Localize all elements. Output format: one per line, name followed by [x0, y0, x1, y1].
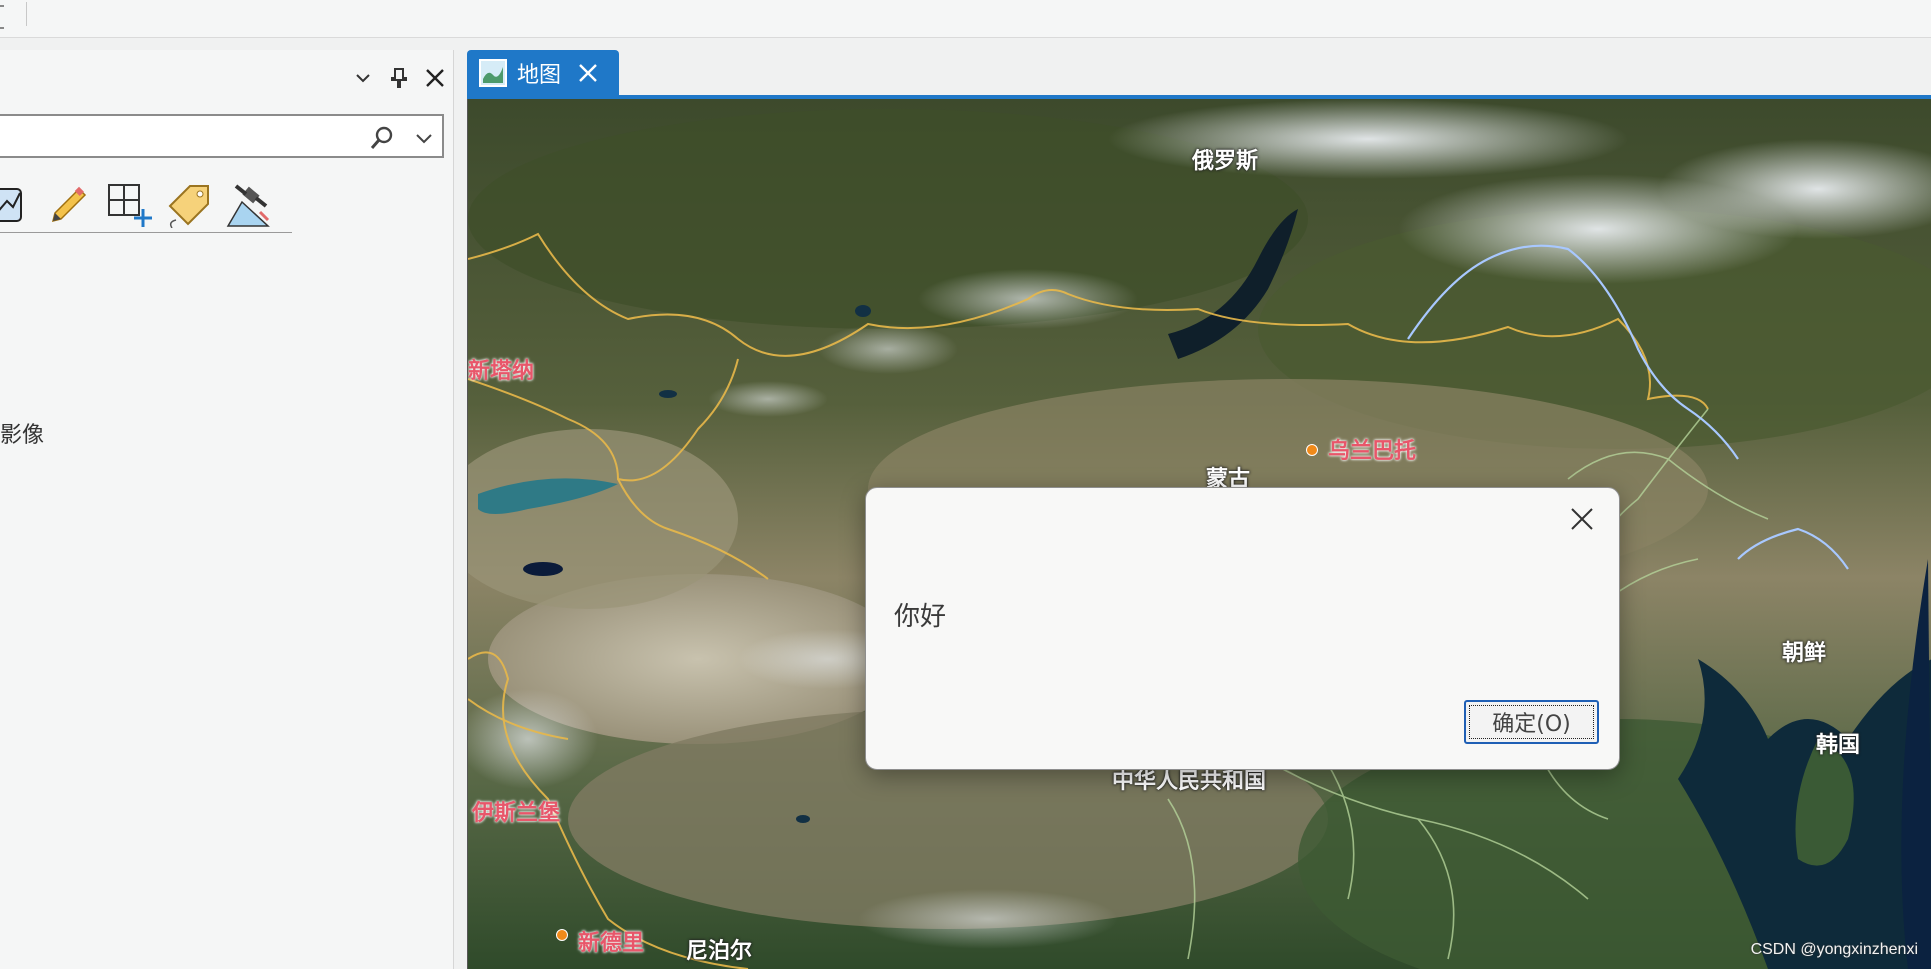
map-label-astana: 新塔纳	[468, 359, 535, 384]
dialog-close-button[interactable]	[1565, 502, 1599, 536]
search-box	[0, 114, 444, 158]
tab-label: 地图	[517, 62, 562, 88]
map-label-nepal: 尼泊尔	[686, 939, 753, 964]
close-icon	[1571, 508, 1593, 530]
search-input[interactable]	[4, 122, 348, 152]
pencil-icon	[51, 186, 87, 223]
label-tool-button[interactable]	[164, 180, 214, 230]
imagery-tool-button[interactable]	[224, 180, 274, 230]
watermark: CSDN @yongxinzhenxi	[1750, 941, 1918, 958]
pane-close-button[interactable]	[421, 64, 449, 92]
focus-ring	[1469, 705, 1594, 739]
tag-icon	[168, 185, 209, 228]
search-options-button[interactable]	[412, 126, 436, 150]
pane-controls	[349, 64, 449, 92]
satellite-icon	[226, 184, 270, 227]
city-marker-new-delhi	[556, 929, 568, 941]
grid-add-icon	[108, 184, 152, 227]
close-icon	[426, 69, 444, 87]
imagery-label: 影像	[0, 423, 45, 448]
map-label-ulaanbaatar: 乌兰巴托	[1328, 439, 1417, 464]
chart-tool-button[interactable]	[0, 180, 32, 230]
city-marker-ulaanbaatar	[1306, 444, 1318, 456]
chevron-down-icon	[416, 134, 432, 144]
pin-button[interactable]	[385, 64, 413, 92]
tab-map[interactable]: 地图	[467, 50, 619, 95]
ribbon-strip	[0, 0, 1931, 38]
pane-options-button[interactable]	[349, 64, 377, 92]
message-dialog: 你好 确定(O)	[865, 487, 1620, 770]
view-tab-bar: 地图	[467, 50, 1931, 95]
map-label-russia: 俄罗斯	[1192, 149, 1259, 174]
map-label-south-korea: 韩国	[1816, 733, 1861, 758]
map-icon	[479, 58, 507, 87]
ribbon-fragment[interactable]	[0, 2, 27, 29]
map-label-new-delhi: 新德里	[578, 931, 645, 956]
map-label-islamabad: 伊斯兰堡	[472, 801, 561, 826]
add-grid-button[interactable]	[104, 180, 154, 230]
close-icon[interactable]	[575, 60, 601, 86]
chevron-down-icon	[356, 74, 370, 83]
search-icon	[370, 126, 393, 149]
chart-icon	[0, 188, 22, 222]
catalog-pane: 影像	[0, 50, 454, 969]
dialog-message: 你好	[894, 602, 947, 632]
pin-icon	[391, 68, 407, 88]
search-button[interactable]	[368, 124, 396, 152]
ok-button[interactable]: 确定(O)	[1464, 700, 1599, 744]
edit-tool-button[interactable]	[42, 180, 92, 230]
map-label-north-korea: 朝鲜	[1782, 641, 1827, 666]
toolbar-row	[0, 176, 292, 233]
